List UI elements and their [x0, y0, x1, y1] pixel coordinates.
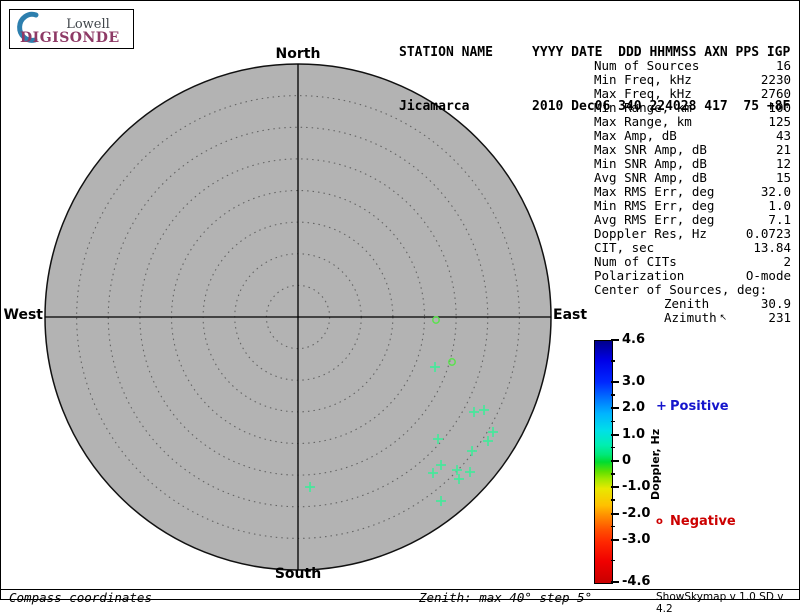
stats-row: Min RMS Err, deg 1.0 — [594, 198, 791, 213]
version-label: ShowSkymap v 1.0 SD v 4.2 — [656, 591, 784, 615]
colorbar-minor-tick — [611, 559, 615, 562]
stats-row: Zenith 30.9 — [664, 296, 791, 311]
skymap-page: { "logo": { "line1": "Lowell", "line2": … — [0, 0, 800, 615]
colorbar-tick-label: 4.6 — [622, 332, 646, 347]
legend-negative-label: Negative — [670, 514, 736, 529]
colorbar-tick-label: 3.0 — [622, 374, 646, 390]
legend-positive-label: Positive — [670, 399, 729, 414]
colorbar-major-tick — [611, 512, 619, 515]
colorbar-tick-label: -4.6 — [622, 574, 651, 589]
stats-row: Min Range, km 100 — [594, 100, 791, 115]
colorbar-minor-tick — [611, 473, 615, 475]
colorbar-major-tick — [611, 433, 619, 436]
doppler-colorbar — [594, 340, 613, 584]
colorbar-minor-tick — [611, 420, 615, 423]
colorbar-minor-tick — [611, 360, 615, 362]
stats-row: Polarization O-mode — [594, 268, 791, 283]
colorbar-minor-tick — [611, 394, 615, 396]
stats-row: Max SNR Amp, dB 21 — [594, 142, 791, 157]
colorbar-major-tick — [611, 339, 619, 341]
circle-symbol-icon: o — [656, 516, 663, 527]
stats-row: Avg SNR Amp, dB 15 — [594, 170, 791, 185]
lowell-digisonde-logo: Lowell DIGISONDE — [9, 9, 134, 49]
colorbar-minor-tick — [611, 499, 615, 501]
stats-row: Min Freq, kHz 2230 — [594, 72, 791, 87]
stats-row: Num of CITs 2 — [594, 254, 791, 269]
plus-symbol-icon: + — [656, 399, 667, 414]
colorbar-major-tick — [611, 381, 619, 384]
azimuth-direction-icon: ↖ — [716, 313, 728, 323]
stats-row: Max Amp, dB 43 — [594, 128, 791, 143]
stats-row: Avg RMS Err, deg 7.1 — [594, 212, 791, 227]
colorbar-tick-label: -3.0 — [622, 531, 651, 547]
colorbar-axis-label: Doppler, Hz — [649, 428, 662, 500]
stats-panel: Num of Sources 16 Min Freq, kHz 2230 Max Fre… — [594, 59, 791, 325]
stats-row: Azimuth ↖ 231 — [664, 310, 791, 325]
stats-row: Center of Sources, deg: — [594, 282, 768, 297]
stats-row: Doppler Res, Hz 0.0723 — [594, 226, 791, 241]
colorbar-tick-label: -2.0 — [622, 505, 651, 521]
legend-positive: + Positive — [656, 399, 729, 414]
colorbar-tick-label: 0 — [622, 453, 632, 468]
colorbar-minor-tick — [611, 525, 615, 528]
colorbar-major-tick — [611, 407, 619, 410]
stats-row: CIT, sec 13.84 — [594, 240, 791, 255]
colorbar-major-tick — [611, 486, 619, 489]
zenith-scale-label: Zenith: max 40° step 5° — [419, 590, 593, 605]
colorbar-major-tick — [611, 538, 619, 541]
colorbar-tick-label: -1.0 — [622, 479, 651, 495]
coordinates-mode-label: Compass coordinates — [9, 590, 152, 605]
colorbar-tick-label: 1.0 — [622, 426, 646, 442]
stats-row: Min SNR Amp, dB 12 — [594, 156, 791, 171]
stats-row: Num of Sources 16 — [594, 58, 791, 73]
compass-label-north: North — [275, 46, 321, 62]
colorbar-tick-label: 2.0 — [622, 400, 646, 416]
colorbar-major-tick — [611, 460, 619, 462]
legend-negative: o Negative — [656, 514, 736, 529]
compass-label-south: South — [274, 566, 322, 582]
stats-row: Max Range, km 125 — [594, 114, 791, 129]
compass-label-west: West — [3, 307, 43, 323]
colorbar-major-tick — [611, 581, 619, 583]
stats-row: Max Freq, kHz 2760 — [594, 86, 791, 101]
colorbar-minor-tick — [611, 446, 615, 449]
logo-digisonde-text: DIGISONDE — [20, 30, 120, 46]
stats-row: Max RMS Err, deg 32.0 — [594, 184, 791, 199]
